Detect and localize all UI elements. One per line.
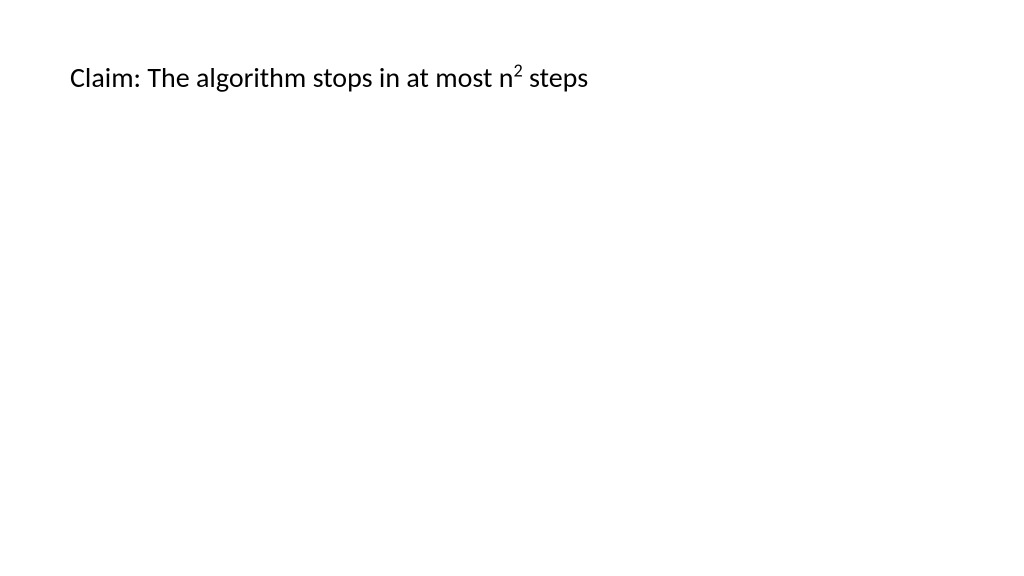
claim-text-prefix: Claim: The algorithm stops in at most n <box>70 60 513 95</box>
claim-exponent: 2 <box>513 60 522 82</box>
claim-text-suffix: steps <box>523 60 589 95</box>
claim-heading: Claim: The algorithm stops in at most n2… <box>70 60 954 96</box>
slide-container: Claim: The algorithm stops in at most n2… <box>0 0 1024 576</box>
